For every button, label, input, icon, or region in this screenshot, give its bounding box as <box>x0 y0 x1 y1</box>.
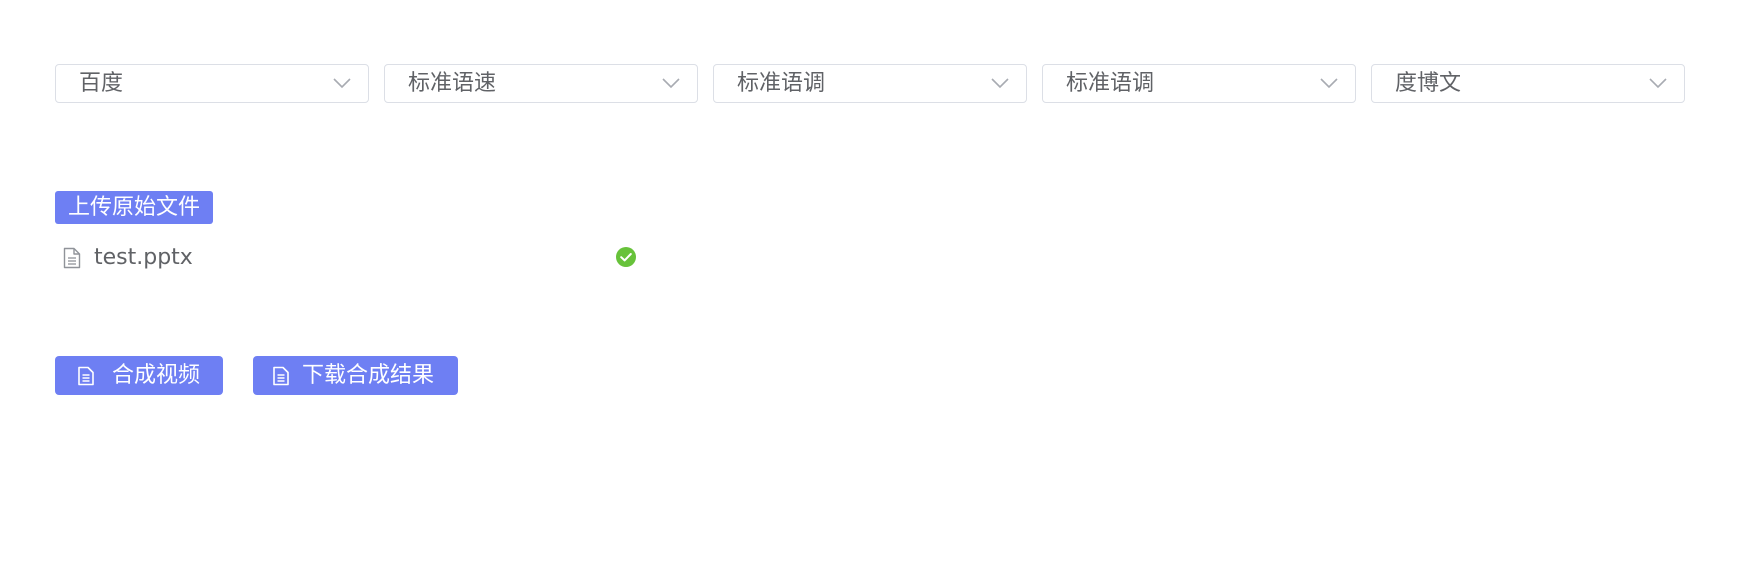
chevron-down-icon <box>1320 78 1338 89</box>
chevron-down-icon <box>662 78 680 89</box>
document-icon <box>78 366 94 386</box>
uploaded-file-item[interactable]: test.pptx <box>55 242 641 274</box>
settings-selects: 百度 标准语速 标准语调 标准语调 度博文 <box>55 64 1685 103</box>
tone-select-value: 标准语调 <box>1066 71 1155 96</box>
synthesize-video-label: 合成视频 <box>112 363 201 388</box>
chevron-down-icon <box>991 78 1009 89</box>
speed-select-value: 标准语速 <box>408 71 497 96</box>
download-result-button[interactable]: 下载合成结果 <box>253 356 458 395</box>
voice-select[interactable]: 度博文 <box>1371 64 1685 103</box>
success-check-icon <box>616 247 636 267</box>
document-icon <box>273 366 289 386</box>
synthesize-video-button[interactable]: 合成视频 <box>55 356 223 395</box>
file-name: test.pptx <box>94 245 193 270</box>
download-result-label: 下载合成结果 <box>302 363 435 388</box>
engine-select-value: 百度 <box>79 71 124 96</box>
chevron-down-icon <box>333 78 351 89</box>
page: 百度 标准语速 标准语调 标准语调 度博文 上传原始文件 test.pptx 合… <box>0 0 1752 581</box>
document-icon <box>63 247 81 269</box>
tone-select[interactable]: 标准语调 <box>1042 64 1356 103</box>
engine-select[interactable]: 百度 <box>55 64 369 103</box>
speed-select[interactable]: 标准语速 <box>384 64 698 103</box>
voice-select-value: 度博文 <box>1395 71 1462 96</box>
pitch-select-value: 标准语调 <box>737 71 826 96</box>
upload-original-file-button[interactable]: 上传原始文件 <box>55 191 214 224</box>
chevron-down-icon <box>1649 78 1667 89</box>
pitch-select[interactable]: 标准语调 <box>713 64 1027 103</box>
